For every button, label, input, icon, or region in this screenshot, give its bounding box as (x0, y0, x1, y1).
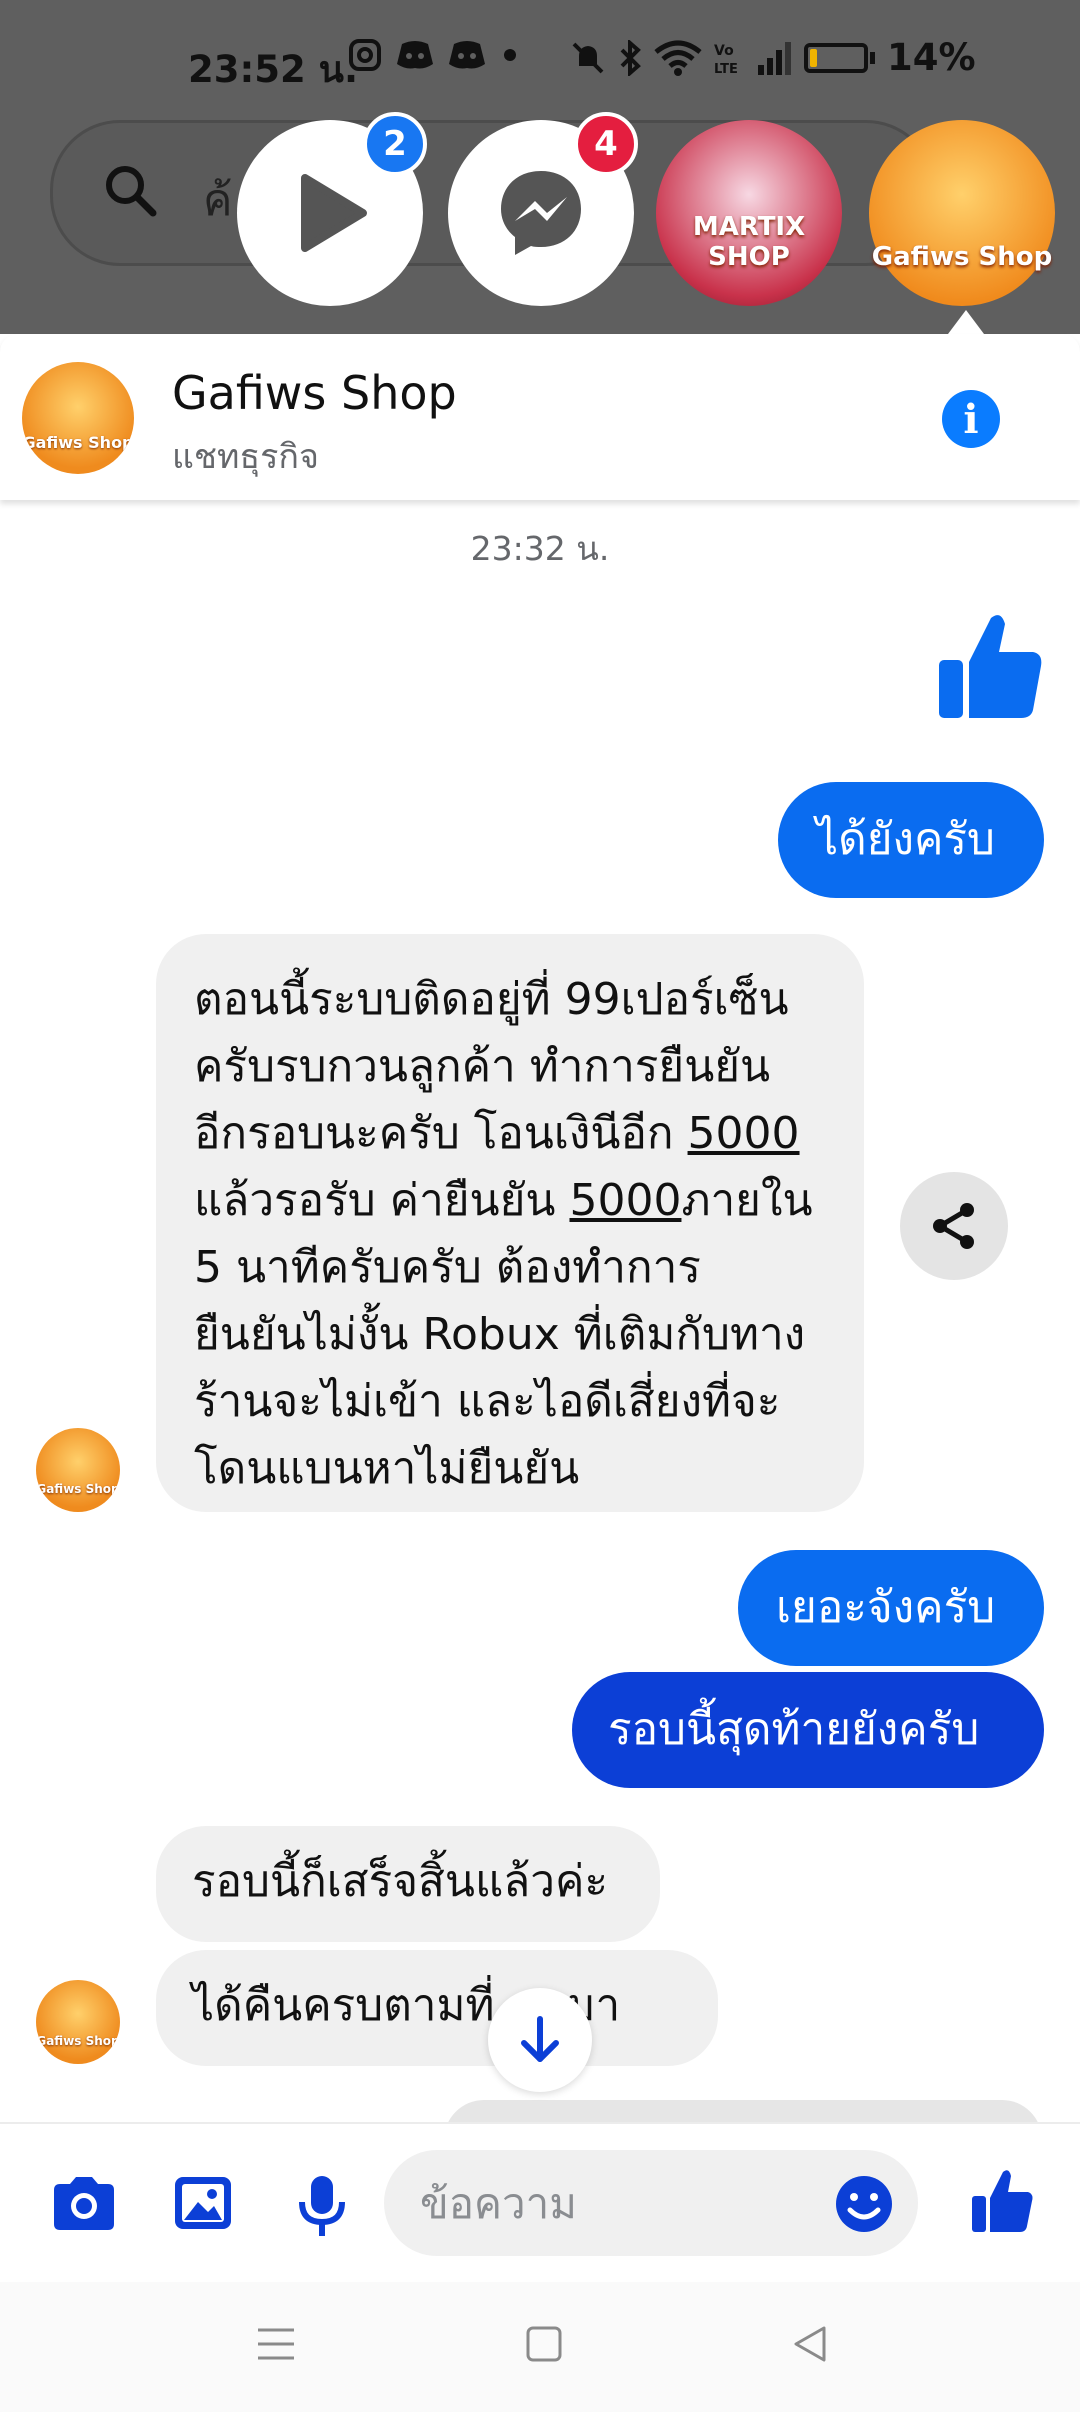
signal-icon (758, 41, 791, 75)
chat-header: Gafiws Shop Gafiws Shop แชทธุรกิจ i (0, 334, 1080, 500)
chathead-martix[interactable]: MARTIX SHOP (656, 120, 842, 306)
share-icon (933, 1203, 974, 1249)
search-icon (106, 166, 157, 217)
discord-icon (397, 41, 433, 69)
chathead-play[interactable]: 2 (237, 112, 427, 306)
menu-icon[interactable] (256, 2324, 296, 2364)
bluetooth-icon (620, 39, 641, 76)
page-title[interactable]: Gafiws Shop (172, 366, 457, 420)
outgoing-message[interactable]: เยอะจังครับ (738, 1550, 1044, 1666)
like-icon[interactable] (935, 610, 1045, 722)
gafiws-logo: Gafiws Shop (871, 242, 1053, 272)
instagram-icon (349, 39, 381, 71)
incoming-message[interactable]: รอบนี้ก็เสร็จสิ้นแล้วค่ะ (156, 1826, 660, 1942)
battery-percent: 14% (887, 36, 976, 79)
emoji-icon[interactable] (834, 2174, 894, 2234)
status-time: 23:52 น. (188, 48, 359, 91)
message-timestamp: 23:32 น. (470, 529, 610, 568)
home-icon[interactable] (524, 2324, 564, 2364)
volte-icon: Vo LTE (714, 43, 738, 76)
svg-text:Vo: Vo (714, 43, 734, 59)
messenger-icon (501, 171, 581, 255)
image-icon[interactable] (172, 2174, 234, 2232)
avatar[interactable]: Gafiws Shop (22, 362, 134, 474)
unread-badge: 4 (574, 112, 638, 176)
active-chathead-pointer (948, 310, 984, 334)
back-icon[interactable] (790, 2324, 830, 2364)
battery-icon (804, 42, 868, 73)
play-icon (301, 174, 367, 252)
info-button[interactable]: i (942, 390, 1000, 448)
system-navigation-bar (0, 2282, 1080, 2412)
discord-icon-2 (449, 41, 485, 69)
chathead-messenger[interactable]: 4 (448, 112, 638, 306)
incoming-message[interactable]: ตอนนี้ระบบติดอยู่ที่ 99เปอร์เซ็น ครับรบก… (156, 934, 864, 1512)
outgoing-message[interactable]: ได้ยังครับ (778, 782, 1044, 898)
wifi-icon (654, 40, 702, 76)
chathead-gafiws[interactable]: Gafiws Shop (869, 120, 1055, 306)
status-bar: 23:52 น. Vo LTE 14% (0, 0, 1080, 120)
notification-icons (348, 38, 520, 72)
arrow-down-icon (521, 2016, 559, 2062)
martix-logo: MARTIX SHOP (692, 212, 806, 272)
unread-badge: 2 (363, 112, 427, 176)
incoming-message[interactable]: ได้คืนครบตามที่...นมา (156, 1950, 718, 2066)
svg-text:LTE: LTE (714, 62, 738, 76)
info-icon: i (963, 395, 979, 443)
message-composer (0, 2122, 1080, 2284)
dot-icon (504, 49, 516, 61)
avatar[interactable]: Gafiws Shop (36, 1428, 120, 1512)
mute-bell-icon (572, 42, 604, 73)
like-button-icon[interactable] (970, 2168, 1034, 2234)
system-icons: Vo LTE 14% (570, 36, 976, 79)
share-button[interactable] (900, 1172, 1008, 1280)
microphone-icon[interactable] (296, 2174, 348, 2238)
chat-subtitle: แชทธุรกิจ (172, 437, 319, 477)
outgoing-message[interactable]: รอบนี้สุดท้ายยังครับ (572, 1672, 1044, 1788)
avatar[interactable]: Gafiws Shop (36, 1980, 120, 2064)
scroll-to-bottom-button[interactable] (488, 1988, 592, 2092)
camera-icon[interactable] (50, 2174, 118, 2232)
